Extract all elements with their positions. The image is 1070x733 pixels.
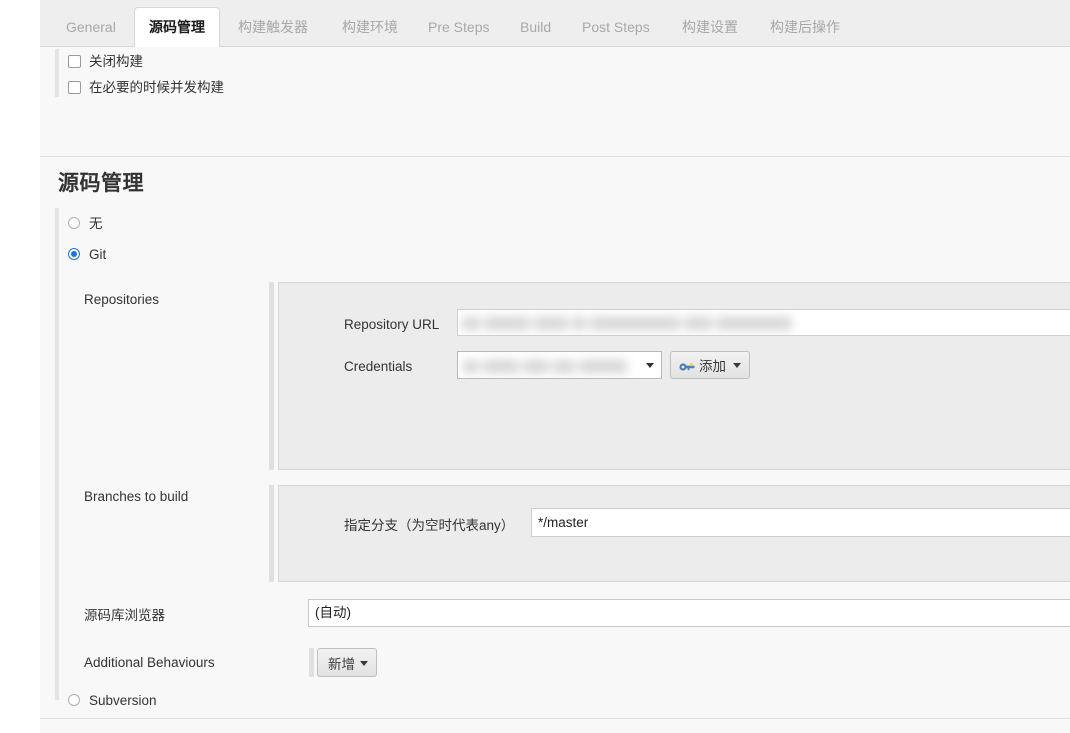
repositories-panel: Repository URL Credentials 添加 [278,282,1070,470]
tab-scm[interactable]: 源码管理 [134,7,220,48]
scm-git-label: Git [89,247,107,262]
concurrent-build-checkbox[interactable] [68,81,81,94]
credentials-redacted-value [458,352,661,378]
bottom-divider [40,718,1070,719]
key-icon [679,363,695,371]
tab-post-build-actions-label: 构建后操作 [770,19,840,35]
branch-specifier-label: 指定分支（为空时代表any） [344,518,515,533]
repository-browser-label: 源码库浏览器 [84,608,165,623]
scm-subversion-radio[interactable] [68,694,80,706]
credentials-select[interactable] [457,351,662,379]
additional-behaviours-group-bar [309,648,314,677]
repositories-group-bar [269,282,274,470]
credentials-label: Credentials [344,359,413,374]
general-section: 关闭构建 在必要的时候并发构建 [40,47,1070,156]
scm-section-title: 源码管理 [58,172,144,195]
branches-to-build-label: Branches to build [84,489,189,504]
tab-build-environment[interactable]: 构建环境 [328,8,412,47]
tab-scm-label: 源码管理 [149,19,205,35]
jenkins-job-config-page: General 源码管理 构建触发器 构建环境 Pre Steps Build … [0,0,1070,733]
tab-build-triggers[interactable]: 构建触发器 [224,8,322,47]
tab-build-label: Build [520,19,552,35]
add-credentials-button[interactable]: 添加 [670,351,750,379]
tab-build-environment-label: 构建环境 [342,19,398,35]
scm-none-label: 无 [89,216,103,231]
tab-pre-steps[interactable]: Pre Steps [414,8,503,47]
repository-browser-select[interactable]: (自动) [308,599,1070,627]
disable-build-checkbox[interactable] [68,55,81,68]
tab-pre-steps-label: Pre Steps [428,19,490,35]
branch-specifier-input[interactable]: */master [531,508,1070,537]
scm-subversion-label: Subversion [89,693,157,708]
chevron-down-icon [646,363,654,368]
branches-group-bar [269,485,274,582]
scm-git-radio[interactable] [68,248,80,260]
tab-build-triggers-label: 构建触发器 [238,19,308,35]
tab-build[interactable]: Build [506,8,565,47]
scm-none-radio[interactable] [68,217,80,229]
concurrent-build-label: 在必要的时候并发构建 [89,80,224,95]
tab-build-settings[interactable]: 构建设置 [668,8,752,47]
repository-url-label: Repository URL [344,317,440,332]
tab-post-steps-label: Post Steps [582,19,650,35]
repository-url-input[interactable] [457,309,1070,336]
tab-build-settings-label: 构建设置 [682,19,738,35]
tab-general-label: General [66,19,116,35]
general-group-bar [55,49,59,97]
tab-post-build-actions[interactable]: 构建后操作 [756,8,854,47]
add-credentials-button-label: 添加 [699,359,726,374]
section-divider [40,156,1070,157]
repositories-label: Repositories [84,292,160,307]
caret-down-icon-behaviours [360,660,368,666]
scm-group-bar [55,208,59,700]
config-tab-bar: General 源码管理 构建触发器 构建环境 Pre Steps Build … [40,0,1070,48]
caret-down-icon [733,363,741,368]
additional-behaviours-add-button[interactable]: 新增 [317,648,377,677]
tab-general[interactable]: General [52,8,130,47]
branches-panel: 指定分支（为空时代表any） */master [278,485,1070,582]
repository-url-redacted-value [458,310,1070,335]
additional-behaviours-add-label: 新增 [328,656,355,672]
additional-behaviours-label: Additional Behaviours [84,655,215,670]
disable-build-label: 关闭构建 [89,54,143,69]
tab-post-steps[interactable]: Post Steps [568,8,664,47]
config-form-panel: General 源码管理 构建触发器 构建环境 Pre Steps Build … [40,0,1070,733]
